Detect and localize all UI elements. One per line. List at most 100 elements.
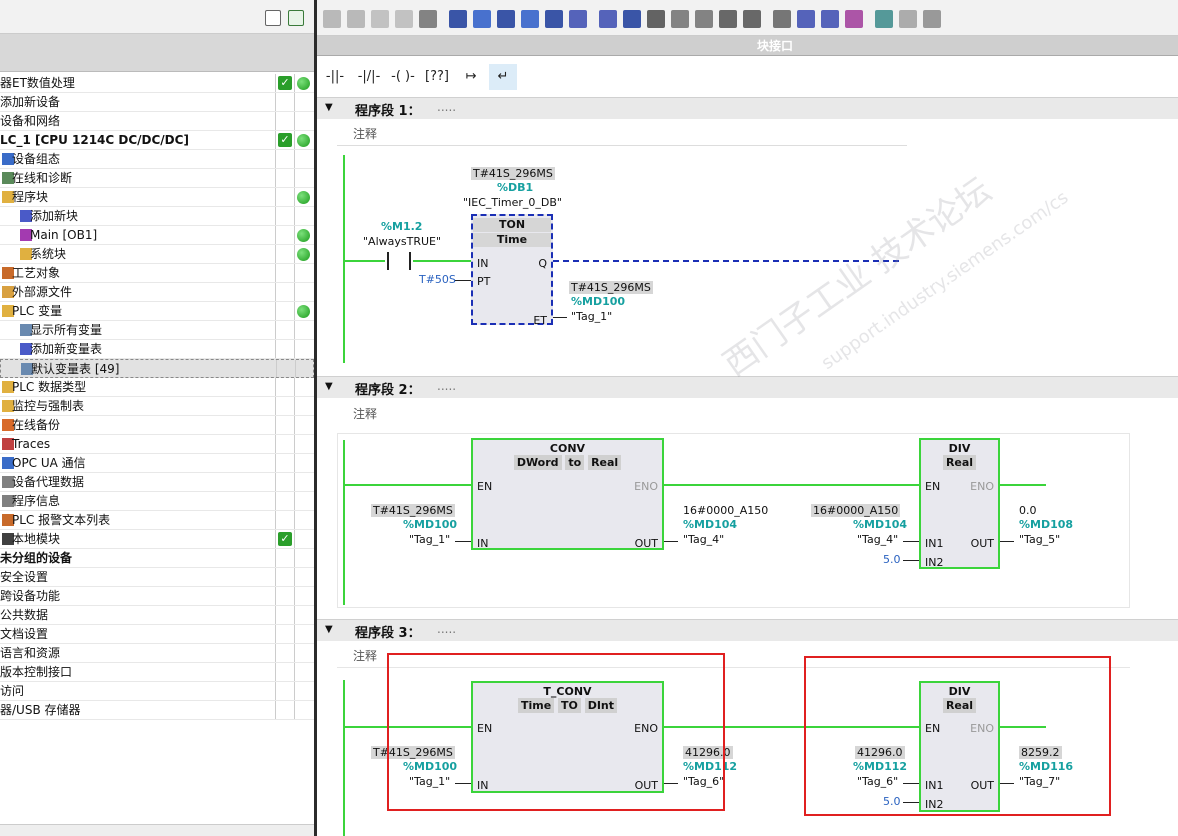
network-1-header[interactable]: ▼ 程序段 1： ..... <box>317 97 1178 119</box>
network-comment[interactable]: 注释 <box>353 125 377 142</box>
tree-item[interactable]: 器ET数值处理 ✓ <box>0 74 314 93</box>
tree-item[interactable]: 监控与强制表 <box>0 397 314 416</box>
collapse-arrow-icon[interactable]: ▼ <box>325 381 333 392</box>
tree-item[interactable]: 默认变量表 [49] <box>0 359 314 378</box>
timer-db-address[interactable]: %DB1 <box>497 181 533 194</box>
monitor-icon[interactable] <box>875 10 893 28</box>
tree-item[interactable]: 添加新变量表 <box>0 340 314 359</box>
collapse-arrow-icon[interactable]: ▼ <box>325 624 333 635</box>
navigate-icon[interactable] <box>599 10 617 28</box>
delete-network-icon[interactable] <box>347 10 365 28</box>
modify-icon[interactable] <box>899 10 917 28</box>
zoom-icon[interactable] <box>845 10 863 28</box>
tree-item[interactable]: 版本控制接口 <box>0 663 314 682</box>
network-comment[interactable]: 注释 <box>353 405 377 422</box>
close-branch-button[interactable]: ↵ <box>489 64 517 90</box>
tree-item[interactable]: 系统块 <box>0 245 314 264</box>
in1-symbol[interactable]: "Tag_4" <box>857 533 898 546</box>
tree-item[interactable]: 语言和资源 <box>0 644 314 663</box>
tree-item[interactable]: 程序信息 <box>0 492 314 511</box>
tree-item[interactable]: PLC 数据类型 <box>0 378 314 397</box>
network-3-header[interactable]: ▼ 程序段 3： ..... <box>317 619 1178 641</box>
tree-item[interactable]: 添加新块 <box>0 207 314 226</box>
network-title-placeholder[interactable]: ..... <box>437 622 456 636</box>
tree-item[interactable]: 跨设备功能 <box>0 587 314 606</box>
next-error-icon[interactable] <box>695 10 713 28</box>
block-type[interactable]: DWord to Real <box>473 455 662 470</box>
tree-item[interactable]: 工艺对象 <box>0 264 314 283</box>
in-address[interactable]: %MD100 <box>403 518 457 531</box>
out-symbol[interactable]: "Tag_5" <box>1019 533 1060 546</box>
prev-error-icon[interactable] <box>719 10 737 28</box>
network-title-placeholder[interactable]: ..... <box>437 379 456 393</box>
tree-item[interactable]: 外部源文件 <box>0 283 314 302</box>
tree-item[interactable]: PLC 变量 <box>0 302 314 321</box>
refresh-tree-icon[interactable] <box>288 10 304 26</box>
block-type[interactable]: Real <box>921 455 998 470</box>
display-mode-icon[interactable] <box>623 10 641 28</box>
tree-item[interactable]: 器/USB 存储器 <box>0 701 314 720</box>
jump-icon[interactable] <box>743 10 761 28</box>
call-env-icon[interactable] <box>797 10 815 28</box>
normally-closed-contact-button[interactable]: -|/|- <box>355 64 383 90</box>
block-type[interactable]: Time <box>473 233 551 247</box>
empty-box-button[interactable]: [??] <box>423 64 451 90</box>
et-symbol[interactable]: "Tag_1" <box>571 310 612 323</box>
ton-timer-block[interactable]: TON Time IN PT Q ET <box>471 214 553 327</box>
conv-block[interactable]: CONV DWord to Real EN ENO IN OUT <box>471 438 664 550</box>
db-icon[interactable] <box>923 10 941 28</box>
insert-row-icon[interactable] <box>371 10 389 28</box>
tree-item[interactable]: 文档设置 <box>0 625 314 644</box>
in1-address[interactable]: %MD104 <box>853 518 907 531</box>
tree-item[interactable]: 本地模块 ✓ <box>0 530 314 549</box>
tag-info-icon[interactable] <box>545 10 563 28</box>
normally-open-contact-button[interactable]: -||- <box>321 64 349 90</box>
abs-display-icon[interactable] <box>449 10 467 28</box>
tree-item[interactable]: LC_1 [CPU 1214C DC/DC/DC] ✓ <box>0 131 314 150</box>
tree-item[interactable]: 添加新设备 <box>0 93 314 112</box>
show-favorites-icon[interactable] <box>497 10 515 28</box>
et-address[interactable]: %MD100 <box>571 295 625 308</box>
out-address[interactable]: %MD108 <box>1019 518 1073 531</box>
tree-item[interactable]: 设备代理数据 <box>0 473 314 492</box>
breakpoint-icon[interactable] <box>773 10 791 28</box>
disable-network-icon[interactable] <box>419 10 437 28</box>
network-comment-icon[interactable] <box>473 10 491 28</box>
div-block[interactable]: DIV Real EN ENO IN1 IN2 OUT <box>919 438 1000 569</box>
tree-item[interactable]: 公共数据 <box>0 606 314 625</box>
toggle-comments-icon[interactable] <box>647 10 665 28</box>
tree-item[interactable]: 未分组的设备 <box>0 549 314 568</box>
table-view-icon[interactable] <box>265 10 281 26</box>
out-symbol[interactable]: "Tag_4" <box>683 533 724 546</box>
contact[interactable] <box>387 252 411 270</box>
tree-horizontal-scrollbar[interactable] <box>0 824 314 836</box>
in-symbol[interactable]: "Tag_1" <box>409 533 450 546</box>
tree-item[interactable]: 设备组态 <box>0 150 314 169</box>
tree-item[interactable]: Main [OB1] <box>0 226 314 245</box>
timer-db-name[interactable]: "IEC_Timer_0_DB" <box>463 196 562 209</box>
tree-item[interactable]: 程序块 <box>0 188 314 207</box>
tree-item[interactable]: Traces <box>0 435 314 454</box>
out-address[interactable]: %MD104 <box>683 518 737 531</box>
go-to-error-icon[interactable] <box>671 10 689 28</box>
tree-item[interactable]: OPC UA 通信 <box>0 454 314 473</box>
compare-icon[interactable] <box>569 10 587 28</box>
contact-address[interactable]: %M1.2 <box>381 220 422 233</box>
tree-item[interactable]: 安全设置 <box>0 568 314 587</box>
contact-symbol[interactable]: "AlwaysTRUE" <box>363 235 441 248</box>
in2-value[interactable]: 5.0 <box>883 553 901 566</box>
set-values-icon[interactable] <box>821 10 839 28</box>
tree-item[interactable]: 设备和网络 <box>0 112 314 131</box>
tree-item[interactable]: 显示所有变量 <box>0 321 314 340</box>
network-title-placeholder[interactable]: ..... <box>437 100 456 114</box>
insert-network-icon[interactable] <box>323 10 341 28</box>
coil-button[interactable]: -( )- <box>389 64 417 90</box>
tree-item[interactable]: 在线和诊断 <box>0 169 314 188</box>
show-tags-icon[interactable] <box>521 10 539 28</box>
tree-item[interactable]: 访问 <box>0 682 314 701</box>
network-comment[interactable]: 注释 <box>353 647 377 664</box>
open-branch-button[interactable]: ↦ <box>457 64 485 90</box>
collapse-arrow-icon[interactable]: ▼ <box>325 102 333 113</box>
tree-item[interactable]: 在线备份 <box>0 416 314 435</box>
tree-item[interactable]: PLC 报警文本列表 <box>0 511 314 530</box>
